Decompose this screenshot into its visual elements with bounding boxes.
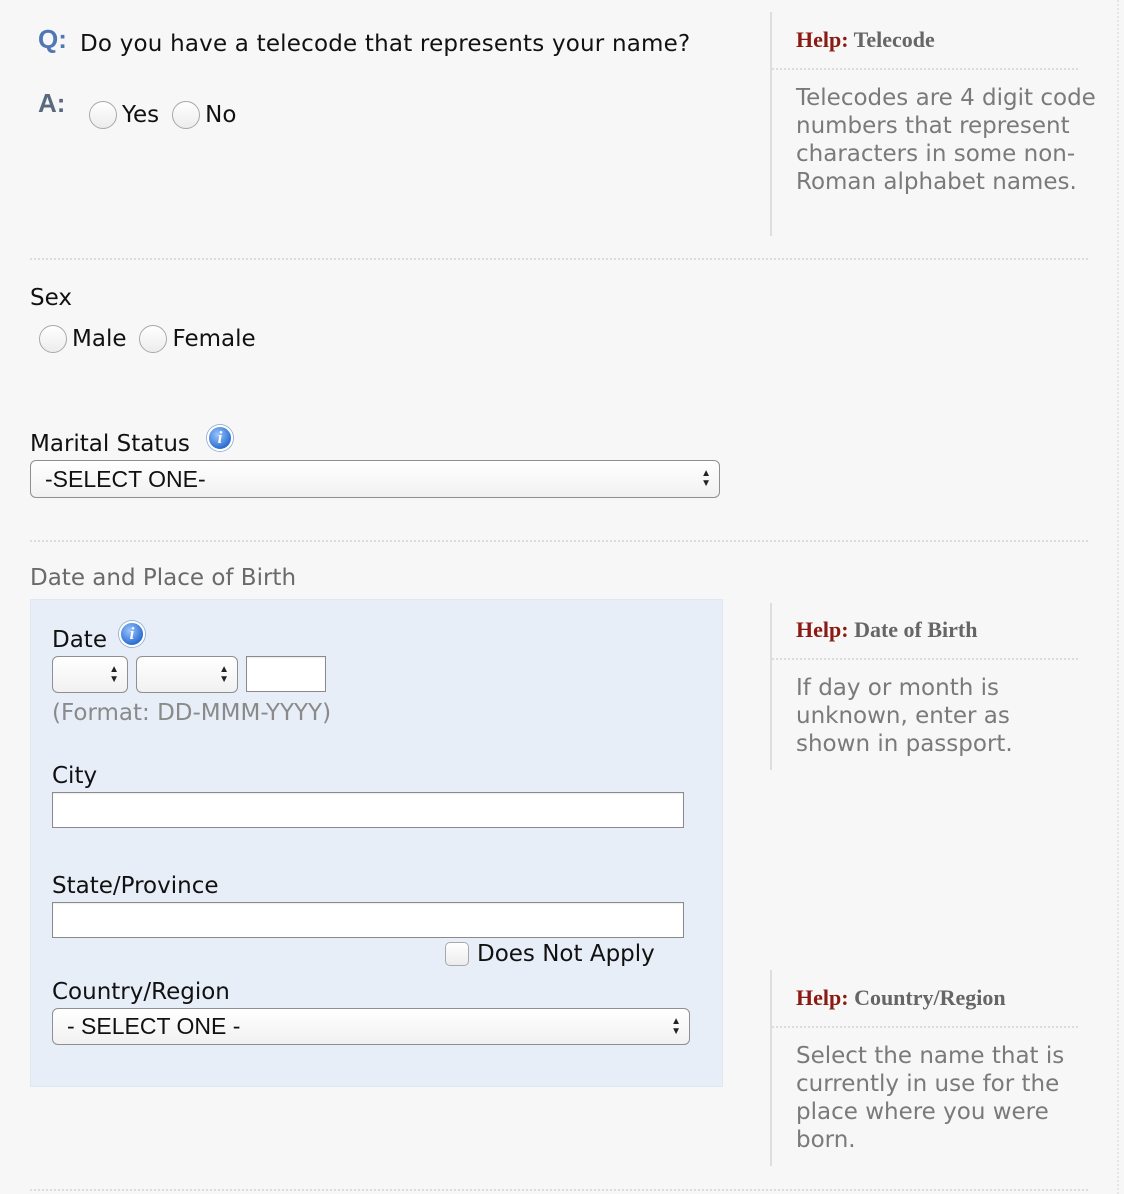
page-edge-divider [1117,0,1119,1194]
help-country-divider [772,1026,1078,1028]
sex-label: Sex [30,285,72,311]
state-province-label: State/Province [52,873,219,899]
does-not-apply-label: Does Not Apply [477,941,655,967]
telecode-yes-radio[interactable] [89,101,117,129]
help-telecode-text: Telecodes are 4 digit code numbers that … [796,85,1096,195]
help-telecode-title: Help: Telecode [796,27,935,53]
help-country-border [770,970,772,1166]
select-arrows-icon: ▲ ▼ [701,468,711,489]
help-telecode-topic: Telecode [853,27,935,52]
telecode-radio-group: Yes No [89,101,249,129]
help-dob-topic: Date of Birth [854,617,978,642]
city-input[interactable] [52,792,684,828]
info-icon[interactable]: i [119,621,145,647]
help-telecode-border [770,12,772,236]
telecode-no-radio[interactable] [172,101,201,129]
state-province-input[interactable] [52,902,684,938]
help-country-title: Help: Country/Region [796,985,1006,1011]
help-dob-text: If day or month is unknown, enter as sho… [796,675,1013,757]
birth-section-label: Date and Place of Birth [30,565,297,591]
country-region-label: Country/Region [52,979,230,1005]
help-telecode-divider [772,68,1078,70]
date-format-hint: (Format: DD-MMM-YYYY) [52,700,332,726]
telecode-no-label: No [205,102,237,128]
section-divider [30,540,1088,542]
help-dob-divider [772,658,1078,660]
birth-date-label: Date [52,627,107,653]
marital-status-value: -SELECT ONE- [45,465,206,492]
sex-male-radio[interactable] [39,325,67,353]
city-label: City [52,763,98,789]
help-dob-title: Help: Date of Birth [796,617,977,643]
select-arrows-icon: ▲ ▼ [671,1015,681,1037]
sex-radio-group: Male Female [39,325,269,353]
sex-female-label: Female [172,326,256,352]
answer-marker: A: [38,88,66,118]
form-page: Q: Do you have a telecode that represent… [0,0,1124,1194]
question-marker: Q: [38,24,67,54]
country-region-select[interactable]: - SELECT ONE - ▲ ▼ [52,1008,690,1045]
help-country-topic: Country/Region [854,985,1006,1010]
does-not-apply-checkbox[interactable] [445,942,469,966]
birth-year-input[interactable] [246,656,326,692]
section-divider [30,258,1088,260]
sex-male-label: Male [72,326,127,352]
help-dob-border [770,603,772,770]
select-arrows-icon: ▲ ▼ [109,663,119,685]
does-not-apply-group: Does Not Apply [445,941,668,967]
marital-status-select[interactable]: -SELECT ONE- ▲ ▼ [30,460,720,498]
birth-day-select[interactable]: ▲ ▼ [52,656,128,693]
help-telecode-prefix: Help: [796,27,849,52]
telecode-yes-label: Yes [122,102,160,128]
country-region-value: - SELECT ONE - [67,1013,241,1039]
birth-month-select[interactable]: ▲ ▼ [136,656,238,693]
section-divider [30,1189,1088,1191]
help-dob-prefix: Help: [796,617,849,642]
help-country-text: Select the name that is currently in use… [796,1043,1065,1153]
info-icon[interactable]: i [207,425,233,451]
sex-female-radio[interactable] [139,325,168,353]
telecode-question: Do you have a telecode that represents y… [80,31,691,57]
marital-status-label: Marital Status [30,431,190,457]
select-arrows-icon: ▲ ▼ [219,663,229,685]
help-country-prefix: Help: [796,985,849,1010]
